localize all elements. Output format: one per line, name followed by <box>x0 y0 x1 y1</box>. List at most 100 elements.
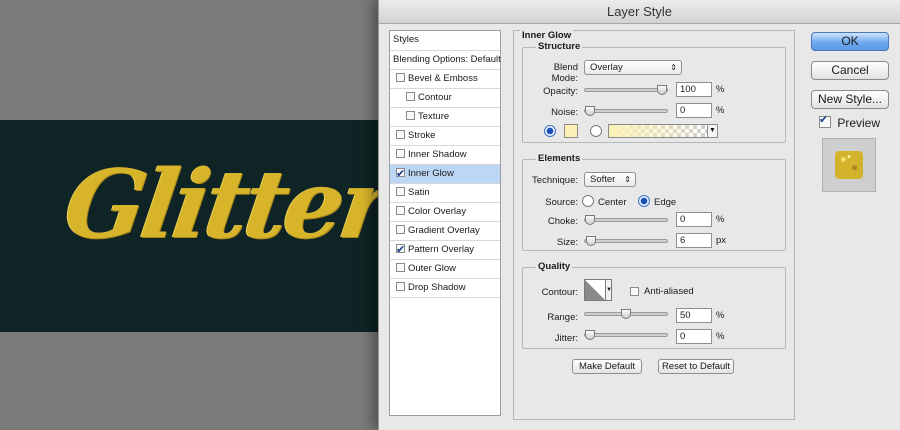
style-item-checkbox[interactable] <box>396 241 405 259</box>
range-slider-thumb[interactable] <box>621 309 631 319</box>
style-item-label: Stroke <box>408 130 436 141</box>
glitter-text: Glitter <box>58 150 394 260</box>
contour-label: Contour: <box>541 287 578 298</box>
style-item-label: Gradient Overlay <box>408 225 480 236</box>
style-item-label: Color Overlay <box>408 206 467 217</box>
style-item-inner-glow[interactable]: Inner Glow <box>390 165 500 184</box>
select-arrows-icon: ⇕ <box>670 63 677 72</box>
noise-slider[interactable] <box>584 106 668 116</box>
source-center-radio[interactable] <box>582 195 594 207</box>
source-edge-radio[interactable] <box>638 195 650 207</box>
glow-gradient-picker[interactable] <box>608 124 708 138</box>
new-style-button[interactable]: New Style... <box>811 90 889 109</box>
blend-mode-label: Blend Mode: <box>551 62 578 84</box>
style-item-checkbox[interactable] <box>396 263 405 272</box>
cancel-button[interactable]: Cancel <box>811 61 889 80</box>
choke-slider-thumb[interactable] <box>585 215 595 225</box>
opacity-slider[interactable] <box>584 85 668 95</box>
style-item-checkbox[interactable] <box>406 92 415 101</box>
style-item-label: Bevel & Emboss <box>408 73 478 84</box>
style-item-satin[interactable]: Satin <box>390 184 500 203</box>
styles-list: Styles Blending Options: Default Bevel &… <box>389 30 501 416</box>
noise-label: Noise: <box>551 107 578 118</box>
noise-slider-thumb[interactable] <box>585 106 595 116</box>
style-preview-thumbnail <box>822 138 876 192</box>
opacity-unit: % <box>716 84 725 95</box>
make-default-button[interactable]: Make Default <box>572 359 642 374</box>
style-item-checkbox[interactable] <box>396 149 405 158</box>
style-item-label: Contour <box>418 92 452 103</box>
reset-to-default-button[interactable]: Reset to Default <box>658 359 734 374</box>
select-arrows-icon: ⇕ <box>624 175 631 184</box>
jitter-slider[interactable] <box>584 330 668 340</box>
preview-toggle[interactable]: Preview <box>819 113 881 130</box>
style-item-checkbox[interactable] <box>396 73 405 82</box>
noise-unit: % <box>716 105 725 116</box>
style-item-stroke[interactable]: Stroke <box>390 127 500 146</box>
structure-title: Structure <box>536 41 583 52</box>
preview-checkbox[interactable] <box>819 113 831 128</box>
style-item-outer-glow[interactable]: Outer Glow <box>390 260 500 279</box>
range-slider[interactable] <box>584 309 668 319</box>
style-item-checkbox[interactable] <box>396 225 405 234</box>
opacity-input[interactable]: 100 <box>676 82 712 97</box>
range-input[interactable]: 50 <box>676 308 712 323</box>
style-item-label: Drop Shadow <box>408 282 466 293</box>
blend-mode-select[interactable]: Overlay ⇕ <box>584 60 682 75</box>
choke-unit: % <box>716 214 725 225</box>
jitter-slider-thumb[interactable] <box>585 330 595 340</box>
jitter-label: Jitter: <box>554 333 578 344</box>
blend-mode-value: Overlay <box>590 62 623 73</box>
style-item-checkbox[interactable] <box>396 206 405 215</box>
style-item-drop-shadow[interactable]: Drop Shadow <box>390 279 500 298</box>
anti-aliased-checkbox[interactable] <box>630 287 639 296</box>
style-item-checkbox[interactable] <box>396 165 405 183</box>
size-input[interactable]: 6 <box>676 233 712 248</box>
solid-color-radio[interactable] <box>544 125 556 137</box>
contour-dropdown-arrow-icon[interactable]: ▼ <box>606 279 612 301</box>
size-slider[interactable] <box>584 236 668 246</box>
glow-color-swatch[interactable] <box>564 124 578 138</box>
technique-select[interactable]: Softer ⇕ <box>584 172 636 187</box>
linear-contour-icon <box>585 280 605 300</box>
opacity-slider-thumb[interactable] <box>657 85 667 95</box>
choke-slider[interactable] <box>584 215 668 225</box>
source-label: Source: <box>545 197 578 208</box>
styles-header[interactable]: Styles <box>390 31 500 51</box>
elements-title: Elements <box>536 153 583 164</box>
style-item-contour[interactable]: Contour <box>390 89 500 108</box>
style-item-texture[interactable]: Texture <box>390 108 500 127</box>
noise-input[interactable]: 0 <box>676 103 712 118</box>
jitter-input[interactable]: 0 <box>676 329 712 344</box>
gradient-dropdown-arrow-icon[interactable]: ▼ <box>708 124 718 138</box>
layer-style-dialog: Layer Style Styles Blending Options: Def… <box>378 0 900 430</box>
choke-label: Choke: <box>547 216 578 227</box>
opacity-label: Opacity: <box>543 86 578 97</box>
style-item-label: Outer Glow <box>408 263 457 274</box>
style-item-checkbox[interactable] <box>406 111 415 120</box>
source-center-label: Center <box>598 197 627 208</box>
style-item-pattern-overlay[interactable]: Pattern Overlay <box>390 241 500 260</box>
style-item-checkbox[interactable] <box>396 130 405 139</box>
range-label: Range: <box>547 312 578 323</box>
style-item-inner-shadow[interactable]: Inner Shadow <box>390 146 500 165</box>
style-item-label: Inner Glow <box>408 168 454 179</box>
ok-button[interactable]: OK <box>811 32 889 51</box>
source-edge-label: Edge <box>654 197 677 208</box>
panel-title: Inner Glow <box>520 30 574 41</box>
style-item-bevel-emboss[interactable]: Bevel & Emboss <box>390 70 500 89</box>
style-item-color-overlay[interactable]: Color Overlay <box>390 203 500 222</box>
choke-input[interactable]: 0 <box>676 212 712 227</box>
style-item-checkbox[interactable] <box>396 282 405 291</box>
style-item-label: Texture <box>418 111 450 122</box>
style-item-checkbox[interactable] <box>396 187 405 196</box>
range-unit: % <box>716 310 725 321</box>
preview-label: Preview <box>837 116 881 130</box>
contour-picker[interactable] <box>584 279 606 301</box>
style-item-gradient-overlay[interactable]: Gradient Overlay <box>390 222 500 241</box>
style-item-label: Satin <box>408 187 430 198</box>
gradient-radio[interactable] <box>590 125 602 137</box>
blending-options[interactable]: Blending Options: Default <box>390 51 501 70</box>
technique-label: Technique: <box>532 175 578 186</box>
size-label: Size: <box>556 237 578 248</box>
